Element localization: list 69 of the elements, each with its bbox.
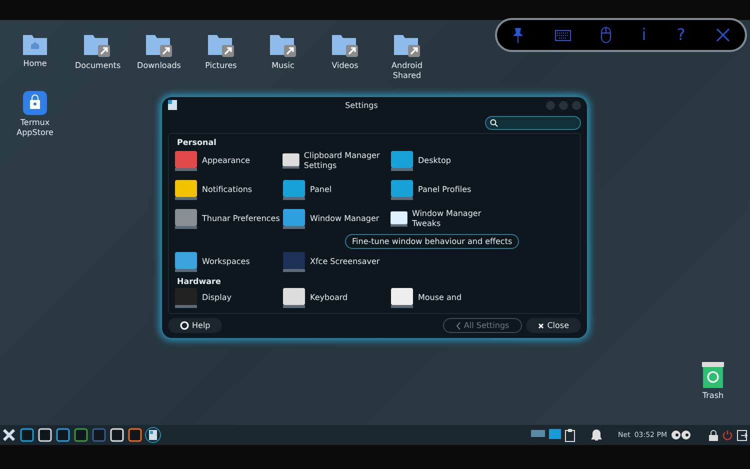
desktop-icon[interactable]: Downloads bbox=[128, 32, 190, 81]
eyes-icon bbox=[671, 430, 691, 440]
desktop-icon[interactable]: Documents bbox=[66, 32, 128, 81]
settings-app-icon bbox=[281, 207, 307, 231]
lock-icon[interactable] bbox=[709, 430, 718, 440]
settings-app-icon bbox=[281, 286, 307, 310]
launcher-icon[interactable] bbox=[56, 428, 70, 442]
folder-shortcut-icon bbox=[331, 32, 359, 58]
settings-item[interactable]: Panel bbox=[281, 177, 332, 203]
settings-item[interactable]: Workspaces bbox=[173, 249, 250, 275]
close-icon bbox=[538, 322, 544, 328]
settings-item[interactable]: Display bbox=[173, 287, 232, 308]
desktop-icon[interactable]: Videos bbox=[314, 32, 376, 81]
settings-item[interactable]: Mouse and bbox=[389, 287, 462, 308]
power-icon[interactable] bbox=[722, 430, 733, 440]
settings-app-icon bbox=[389, 178, 415, 202]
settings-app-icon bbox=[173, 286, 199, 310]
window-button-icon[interactable] bbox=[146, 428, 160, 442]
desktop-icon[interactable]: Music bbox=[252, 32, 314, 81]
settings-item[interactable]: Window Manager Tweaks bbox=[389, 206, 489, 232]
folder-shortcut-icon bbox=[145, 32, 173, 58]
desktop-icon[interactable]: Android Shared bbox=[376, 32, 438, 81]
keyboard-icon[interactable] bbox=[554, 30, 571, 40]
settings-icon bbox=[168, 100, 177, 110]
settings-item[interactable]: Thunar Preferences bbox=[173, 206, 280, 232]
desktop-icon[interactable]: Pictures bbox=[190, 32, 252, 81]
search-field[interactable] bbox=[485, 116, 581, 130]
search-icon bbox=[490, 119, 498, 127]
settings-app-icon bbox=[173, 178, 199, 202]
folder-shortcut-icon bbox=[83, 32, 111, 58]
settings-app-icon bbox=[173, 250, 199, 274]
settings-app-icon bbox=[389, 149, 415, 173]
window-title: Settings bbox=[344, 100, 379, 110]
mouse-icon[interactable] bbox=[601, 27, 612, 43]
tooltip: Fine-tune window behaviour and effects bbox=[345, 234, 520, 249]
settings-app-icon bbox=[281, 250, 307, 274]
folder-shortcut-icon bbox=[393, 32, 421, 58]
close-icon[interactable] bbox=[716, 28, 730, 42]
settings-item[interactable]: Keyboard bbox=[281, 287, 348, 308]
settings-app-icon bbox=[281, 178, 307, 202]
pin-icon[interactable] bbox=[512, 27, 524, 43]
settings-app-icon bbox=[389, 286, 415, 310]
settings-item[interactable]: Panel Profiles bbox=[389, 177, 472, 203]
desktop-icon[interactable]: Termux AppStore bbox=[4, 91, 66, 138]
settings-app-icon bbox=[173, 149, 199, 173]
home-folder-icon bbox=[22, 32, 48, 56]
settings-item[interactable]: Clipboard Manager Settings bbox=[281, 148, 389, 174]
chevron-left-icon bbox=[456, 322, 461, 330]
settings-item[interactable]: Desktop bbox=[389, 148, 451, 174]
desktop-icon[interactable]: Home bbox=[4, 32, 66, 81]
clipboard-icon[interactable] bbox=[565, 428, 576, 442]
trash-bin-icon bbox=[702, 362, 724, 388]
settings-item[interactable]: Window Manager bbox=[281, 206, 380, 232]
launcher-icon[interactable] bbox=[20, 428, 34, 442]
section-heading: Hardware bbox=[177, 277, 222, 286]
folder-shortcut-icon bbox=[207, 32, 235, 58]
logout-icon[interactable] bbox=[737, 430, 748, 440]
section-heading: Personal bbox=[177, 138, 218, 147]
launcher-icon[interactable] bbox=[128, 428, 142, 442]
close-button[interactable]: Close bbox=[526, 318, 581, 333]
settings-item[interactable]: Xfce Screensaver bbox=[281, 249, 380, 275]
desktop-icon[interactable]: Trash bbox=[682, 362, 744, 401]
settings-app-icon bbox=[173, 207, 199, 231]
bell-icon[interactable] bbox=[591, 429, 602, 441]
app-menu-icon[interactable] bbox=[2, 428, 16, 442]
help-button[interactable]: Help bbox=[168, 318, 222, 333]
settings-item[interactable]: Appearance bbox=[173, 148, 250, 174]
settings-item[interactable]: Notifications bbox=[173, 177, 252, 203]
folder-shortcut-icon bbox=[269, 32, 297, 58]
